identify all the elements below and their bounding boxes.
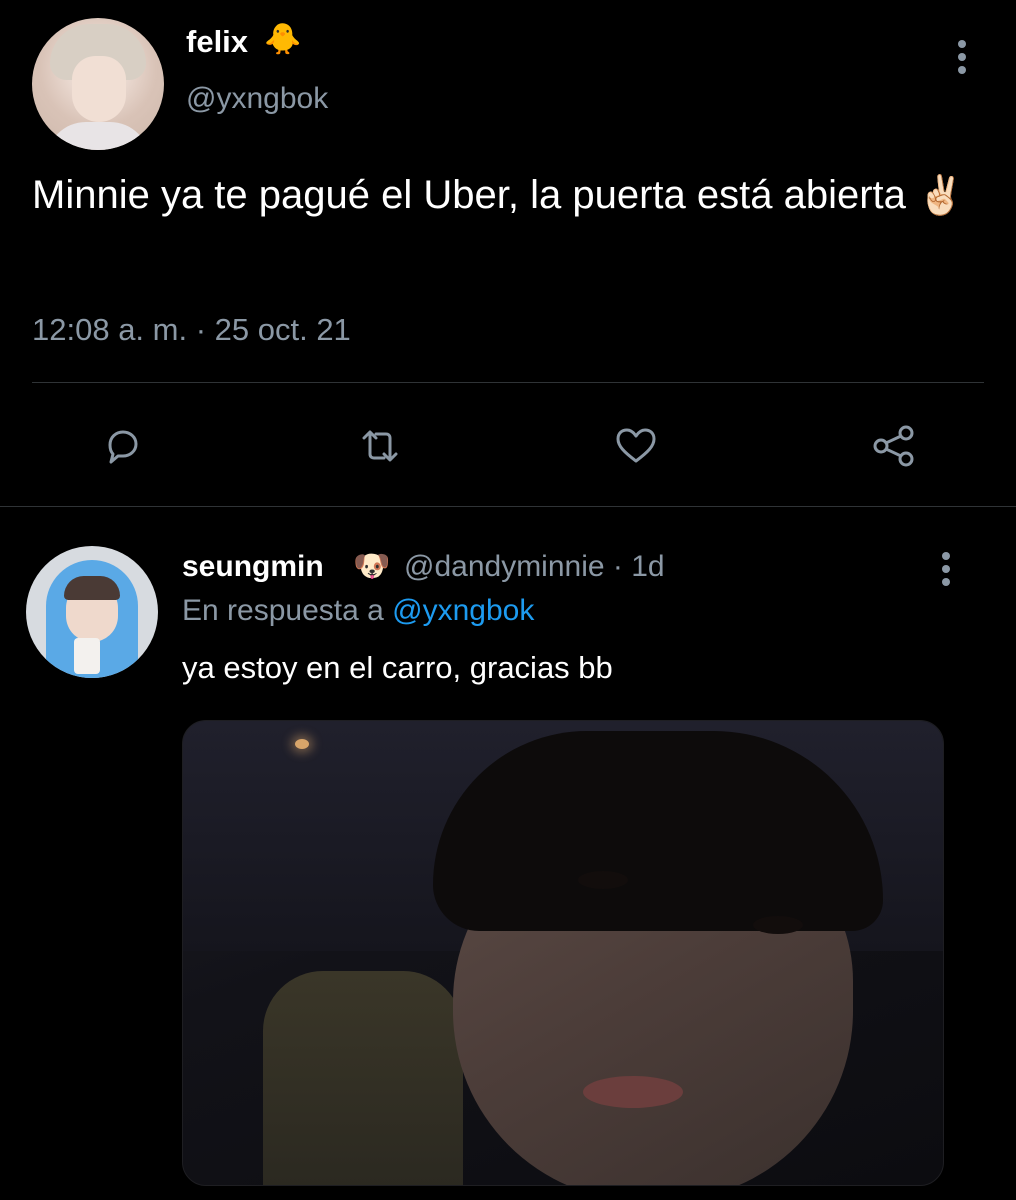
author-handle-and-age[interactable]: @dandyminnie · 1d [404, 550, 665, 584]
author-handle[interactable]: @dandyminnie [404, 550, 605, 583]
author-emoji: 🐶 [353, 550, 391, 583]
like-button[interactable] [610, 420, 662, 472]
avatar-cup [74, 638, 100, 674]
retweet-arrows-icon [362, 430, 398, 462]
avatar-felix[interactable] [32, 18, 164, 150]
more-vertical-icon[interactable] [940, 552, 952, 592]
avatar-hair [64, 576, 120, 600]
reply-mention-link[interactable]: @yxngbok [392, 594, 534, 627]
victory-hand-emoji: ✌🏻 [917, 175, 965, 217]
photo-lips [583, 1076, 683, 1108]
reply-context: En respuesta a @yxngbok [182, 594, 534, 628]
author-name[interactable]: felix [186, 24, 248, 60]
divider [32, 382, 984, 383]
author-handle[interactable]: @yxngbok [186, 82, 328, 116]
reply-prefix: En respuesta a [182, 594, 384, 627]
reply-button[interactable] [97, 420, 149, 472]
avatar-face [72, 56, 126, 122]
share-button[interactable] [868, 420, 920, 472]
share-nodes-icon [873, 425, 914, 467]
retweet-button[interactable] [354, 420, 406, 472]
tweet-body: Minnie ya te pagué el Uber, la puerta es… [32, 173, 906, 217]
photo-car-seat [263, 971, 463, 1185]
avatar-seungmin[interactable] [26, 546, 158, 678]
photo-right-eye [753, 916, 803, 934]
more-vertical-icon[interactable] [956, 40, 968, 80]
section-divider [0, 506, 1016, 507]
heart-icon [616, 428, 656, 463]
tweet-timestamp[interactable]: 12:08 a. m. · 25 oct. 21 [32, 312, 351, 348]
speech-bubble-icon [108, 430, 138, 464]
reply-tweet-text: ya estoy en el carro, gracias bb [182, 650, 613, 685]
author-name[interactable]: seungmin [182, 550, 324, 584]
tweet-text: Minnie ya te pagué el Uber, la puerta es… [32, 170, 982, 222]
tweet-age: · 1d [612, 550, 665, 583]
photo-street-light [295, 739, 309, 749]
tweet-photo[interactable] [182, 720, 944, 1186]
author-emoji: 🐥 [264, 23, 302, 56]
photo-left-eye [578, 871, 628, 889]
avatar-shirt [46, 122, 150, 150]
